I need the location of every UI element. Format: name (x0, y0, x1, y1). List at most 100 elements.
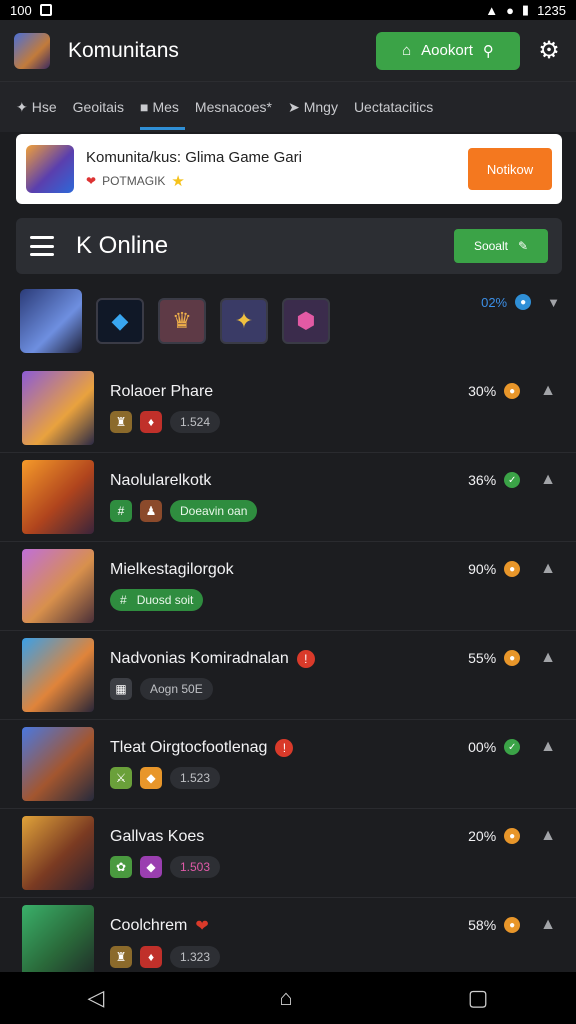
game-list: Rolaoer Phare ♜ ♦ 1.524 30% ● ▲ Naolular… (0, 364, 576, 987)
warrior-icon[interactable]: ♛ (158, 298, 206, 344)
tab-5[interactable]: ➤ Mngy (288, 82, 354, 132)
gift-icon: ■ (140, 99, 149, 115)
info-icon: ● (515, 294, 532, 310)
banner-image (26, 145, 74, 193)
upvote-icon[interactable]: ▲ (540, 560, 556, 578)
horn-icon[interactable]: ✦ (220, 298, 268, 344)
progress-percent: 58% (468, 917, 497, 933)
upvote-icon[interactable]: ▲ (540, 471, 556, 489)
game-title: Tleat Oirgtocfootlenag (110, 739, 268, 756)
signal-icon: ▲ (485, 2, 499, 18)
shield-icon: ♜ (110, 411, 132, 433)
progress-percent: 36% (468, 472, 497, 488)
section-action-button[interactable]: Sooalt ✎ (454, 229, 548, 263)
tab-label-3: Mes (152, 99, 179, 115)
list-item[interactable]: Mielkestagilorgok # Duosd soit 90% ● ▲ (0, 542, 576, 631)
tab-6[interactable]: Uectatacitics (354, 82, 449, 132)
featured-strip: ◆ ♛ ✦ ⬢ 02% ● ▼ (20, 286, 560, 356)
status-dot-icon: ● (504, 650, 521, 666)
tag-pill: # Duosd soit (110, 589, 204, 611)
tag-pill: 1.503 (170, 856, 221, 878)
game-thumbnail (22, 638, 94, 712)
gear-icon[interactable]: ⚙ (536, 37, 562, 64)
game-title: Nadvonias Komiradnalan (110, 650, 289, 667)
tab-1[interactable]: ✦ Hse (16, 82, 73, 132)
section-action-label: Sooalt (473, 239, 508, 253)
status-bar: 100 ▲ ● ▮ 1235 (0, 0, 576, 20)
search-icon: ⚲ (482, 42, 494, 60)
diamond-icon[interactable]: ◆ (96, 298, 144, 344)
upvote-icon[interactable]: ▲ (540, 738, 556, 756)
notification-icon (39, 4, 52, 16)
list-item[interactable]: Gallvas Koes ✿ ◆ 1.503 20% ● ▲ (0, 809, 576, 898)
upvote-icon[interactable]: ▲ (540, 827, 556, 845)
menu-icon[interactable] (30, 236, 54, 256)
tab-4[interactable]: Mesnacoes* (195, 82, 288, 132)
hero-icon: ♟ (140, 500, 162, 522)
promo-banner[interactable]: Komunita/kus: Glima Game Gari ❤ POTMAGIK… (16, 134, 562, 204)
tab-3[interactable]: ■ Mes (140, 82, 195, 132)
tag-pill: 1.524 (170, 411, 221, 433)
leaf-icon: ✿ (110, 856, 132, 878)
game-title: Mielkestagilorgok (110, 561, 234, 578)
featured-meta-value: 02% (481, 294, 508, 310)
gem-icon[interactable]: ⬢ (282, 298, 330, 344)
progress-percent: 30% (468, 383, 497, 399)
hash-icon: # (120, 593, 127, 607)
hash-icon: # (110, 500, 132, 522)
alert-icon: ! (275, 739, 294, 757)
pin-icon[interactable]: ▼ (547, 295, 560, 310)
game-thumbnail (22, 905, 94, 979)
game-title: Coolchrem (110, 917, 188, 934)
tab-label-1: Hse (31, 99, 57, 115)
notify-button[interactable]: Notikow (468, 148, 552, 190)
badge-icon: ♦ (140, 946, 162, 968)
featured-avatar[interactable] (20, 289, 82, 353)
app-logo (14, 32, 50, 69)
upvote-icon[interactable]: ▲ (540, 382, 556, 400)
status-dot-icon: ● (504, 917, 521, 933)
progress-percent: 20% (468, 828, 497, 844)
game-title: Gallvas Koes (110, 828, 205, 845)
tag-pill: Doeavin oan (170, 500, 258, 522)
badge-icon: ♦ (140, 411, 162, 433)
list-item[interactable]: Nadvonias Komiradnalan! ▦ Aogn 50E 55% ●… (0, 631, 576, 720)
game-thumbnail (22, 460, 94, 534)
list-item[interactable]: Naolularelkotk # ♟ Doeavin oan 36% ✓ ▲ (0, 453, 576, 542)
list-item[interactable]: Tleat Oirgtocfootlenag! ⚔ ◆ 1.523 00% ✓ … (0, 720, 576, 809)
banner-subtitle: POTMAGIK (102, 173, 166, 188)
status-dot-icon: ● (504, 828, 521, 844)
recents-icon[interactable]: ▢ (468, 985, 489, 1011)
tag-pill: 1.523 (170, 767, 221, 789)
shield-icon: ♜ (110, 946, 132, 968)
banner-title: Komunita/kus: Glima Game Gari (86, 148, 302, 166)
account-button[interactable]: ⌂ Aookort ⚲ (376, 31, 520, 70)
upvote-icon[interactable]: ▲ (540, 649, 556, 667)
game-thumbnail (22, 816, 94, 890)
upvote-icon[interactable]: ▲ (540, 916, 556, 934)
gem-icon: ◆ (140, 856, 162, 878)
tab-label-6: Uectatacitics (353, 99, 434, 115)
clock: 1235 (537, 2, 566, 18)
back-icon[interactable]: ◁ (87, 985, 104, 1011)
tab-label-2: Geoitais (72, 99, 124, 115)
game-title: Rolaoer Phare (110, 383, 214, 400)
featured-meta: 02% ● ▼ (481, 294, 560, 310)
battery-icon: ▮ (521, 2, 530, 17)
coin-icon: ◆ (140, 767, 162, 789)
tab-bar: ✦ Hse Geoitais ■ Mes Mesnacoes* ➤ Mngy Uect… (0, 82, 576, 132)
game-thumbnail (22, 371, 94, 445)
progress-percent: 00% (468, 739, 497, 755)
status-dot-icon: ✓ (504, 472, 521, 488)
status-dot-icon: ✓ (504, 739, 521, 755)
account-button-label: Aookort (421, 42, 473, 59)
section-header: K Online Sooalt ✎ (16, 218, 562, 274)
heart-icon: ❤ (195, 918, 209, 935)
grid-icon: ▦ (110, 678, 132, 700)
list-item[interactable]: Rolaoer Phare ♜ ♦ 1.524 30% ● ▲ (0, 364, 576, 453)
tab-2[interactable]: Geoitais (73, 82, 140, 132)
home-icon: ⌂ (402, 42, 412, 59)
status-left-text: 100 (10, 2, 32, 18)
home-icon[interactable]: ⌂ (279, 985, 292, 1011)
app-title: Komunitans (68, 38, 179, 62)
